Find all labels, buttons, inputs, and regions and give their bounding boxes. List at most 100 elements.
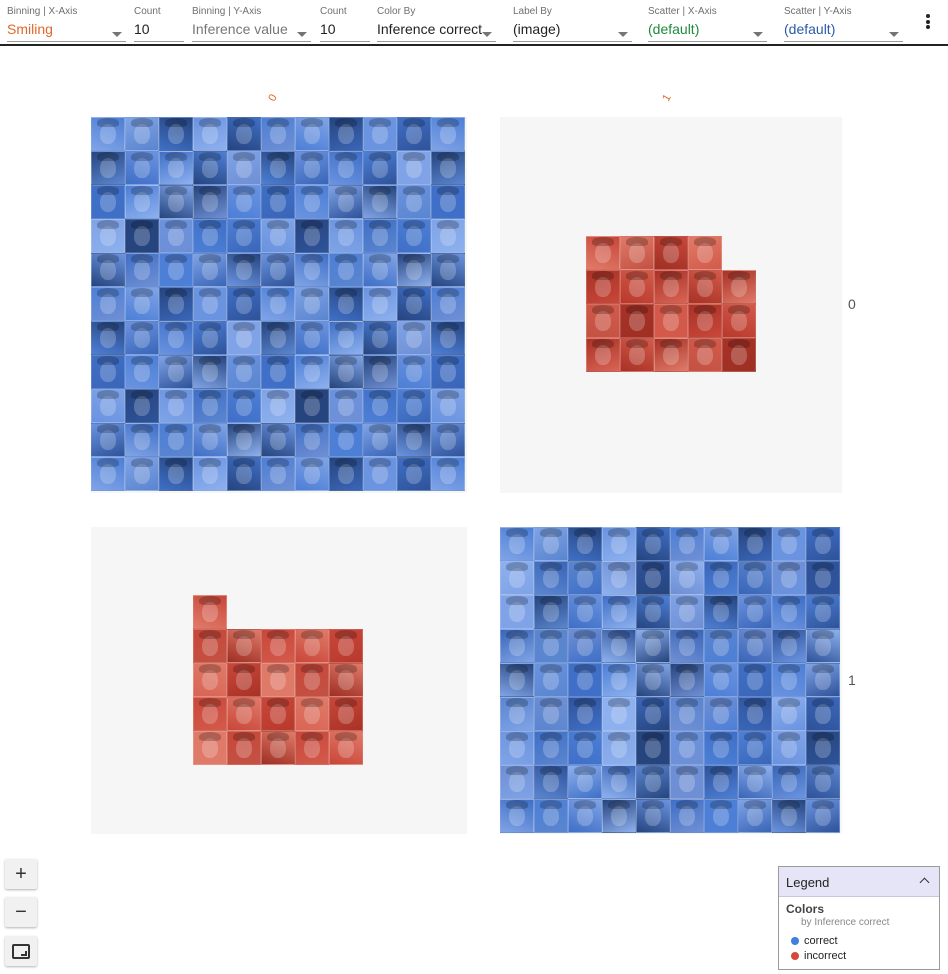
image-tile-correct[interactable] <box>500 561 534 595</box>
image-tile-incorrect[interactable] <box>261 697 295 731</box>
image-tile-correct[interactable] <box>329 117 363 151</box>
image-tile-correct[interactable] <box>159 287 193 321</box>
image-tile-incorrect[interactable] <box>586 338 620 372</box>
image-tile-correct[interactable] <box>329 287 363 321</box>
image-tile-correct[interactable] <box>772 731 806 765</box>
image-tile-correct[interactable] <box>91 117 125 151</box>
zoom-out-button[interactable]: − <box>5 897 37 927</box>
image-tile-correct[interactable] <box>397 287 431 321</box>
image-tile-correct[interactable] <box>261 457 295 491</box>
image-tile-correct[interactable] <box>125 457 159 491</box>
image-tile-correct[interactable] <box>193 423 227 457</box>
image-tile-correct[interactable] <box>363 117 397 151</box>
image-tile-correct[interactable] <box>363 151 397 185</box>
image-tile-incorrect[interactable] <box>261 629 295 663</box>
image-tile-correct[interactable] <box>636 527 670 561</box>
image-tile-correct[interactable] <box>397 219 431 253</box>
image-tile-correct[interactable] <box>91 287 125 321</box>
image-tile-correct[interactable] <box>193 151 227 185</box>
image-tile-correct[interactable] <box>704 527 738 561</box>
image-tile-incorrect[interactable] <box>688 270 722 304</box>
image-tile-correct[interactable] <box>772 799 806 833</box>
image-tile-correct[interactable] <box>704 799 738 833</box>
image-tile-correct[interactable] <box>772 527 806 561</box>
image-tile-correct[interactable] <box>431 355 465 389</box>
binning-y-axis-value[interactable]: Inference value <box>192 20 311 42</box>
image-tile-correct[interactable] <box>500 629 534 663</box>
image-tile-correct[interactable] <box>193 355 227 389</box>
image-tile-correct[interactable] <box>431 389 465 423</box>
image-tile-correct[interactable] <box>568 663 602 697</box>
image-tile-correct[interactable] <box>397 389 431 423</box>
image-tile-correct[interactable] <box>329 253 363 287</box>
image-tile-correct[interactable] <box>295 253 329 287</box>
fit-to-screen-button[interactable] <box>5 936 37 966</box>
image-tile-correct[interactable] <box>329 457 363 491</box>
binning-y-axis-select[interactable]: Binning | Y-Axis Inference value <box>192 6 311 42</box>
image-tile-incorrect[interactable] <box>722 338 756 372</box>
image-tile-incorrect[interactable] <box>193 595 227 629</box>
image-tile-correct[interactable] <box>602 799 636 833</box>
image-tile-correct[interactable] <box>295 389 329 423</box>
image-tile-correct[interactable] <box>806 799 840 833</box>
image-tile-incorrect[interactable] <box>295 629 329 663</box>
image-tile-correct[interactable] <box>534 799 568 833</box>
image-tile-correct[interactable] <box>261 423 295 457</box>
color-by-select[interactable]: Color By Inference correct <box>377 6 496 42</box>
image-tile-correct[interactable] <box>397 185 431 219</box>
image-tile-correct[interactable] <box>159 389 193 423</box>
image-tile-correct[interactable] <box>636 799 670 833</box>
image-tile-correct[interactable] <box>738 527 772 561</box>
legend-header[interactable]: Legend <box>779 867 939 897</box>
image-tile-correct[interactable] <box>534 527 568 561</box>
image-tile-correct[interactable] <box>329 389 363 423</box>
image-tile-correct[interactable] <box>261 355 295 389</box>
image-tile-correct[interactable] <box>431 151 465 185</box>
image-tile-incorrect[interactable] <box>620 236 654 270</box>
image-tile-correct[interactable] <box>261 219 295 253</box>
image-tile-correct[interactable] <box>636 765 670 799</box>
image-tile-correct[interactable] <box>261 253 295 287</box>
image-tile-correct[interactable] <box>500 663 534 697</box>
image-tile-correct[interactable] <box>227 185 261 219</box>
image-tile-correct[interactable] <box>602 561 636 595</box>
image-tile-correct[interactable] <box>772 561 806 595</box>
image-tile-correct[interactable] <box>772 663 806 697</box>
image-tile-correct[interactable] <box>261 185 295 219</box>
image-tile-incorrect[interactable] <box>722 304 756 338</box>
image-tile-correct[interactable] <box>670 561 704 595</box>
image-tile-correct[interactable] <box>193 457 227 491</box>
image-tile-correct[interactable] <box>670 731 704 765</box>
image-tile-correct[interactable] <box>670 629 704 663</box>
more-vert-icon[interactable] <box>925 14 931 32</box>
legend-item-correct[interactable]: correct <box>791 935 838 947</box>
image-tile-correct[interactable] <box>602 595 636 629</box>
image-tile-incorrect[interactable] <box>227 731 261 765</box>
image-tile-correct[interactable] <box>738 663 772 697</box>
image-tile-incorrect[interactable] <box>295 731 329 765</box>
image-tile-correct[interactable] <box>91 389 125 423</box>
image-tile-correct[interactable] <box>568 629 602 663</box>
image-tile-correct[interactable] <box>772 595 806 629</box>
image-tile-correct[interactable] <box>772 765 806 799</box>
image-tile-correct[interactable] <box>159 185 193 219</box>
image-tile-correct[interactable] <box>159 321 193 355</box>
image-tile-correct[interactable] <box>738 629 772 663</box>
scatter-x-axis-select[interactable]: Scatter | X-Axis (default) <box>648 6 767 42</box>
image-tile-correct[interactable] <box>193 117 227 151</box>
image-tile-correct[interactable] <box>363 389 397 423</box>
image-tile-correct[interactable] <box>602 527 636 561</box>
image-tile-correct[interactable] <box>227 423 261 457</box>
image-tile-correct[interactable] <box>91 151 125 185</box>
image-tile-correct[interactable] <box>568 765 602 799</box>
image-tile-correct[interactable] <box>500 765 534 799</box>
image-tile-incorrect[interactable] <box>261 663 295 697</box>
image-tile-correct[interactable] <box>670 697 704 731</box>
image-tile-correct[interactable] <box>568 731 602 765</box>
image-tile-correct[interactable] <box>227 287 261 321</box>
image-tile-correct[interactable] <box>295 355 329 389</box>
image-tile-correct[interactable] <box>193 219 227 253</box>
image-tile-incorrect[interactable] <box>329 731 363 765</box>
count-y-input[interactable]: Count 10 <box>320 6 370 42</box>
image-tile-correct[interactable] <box>91 219 125 253</box>
